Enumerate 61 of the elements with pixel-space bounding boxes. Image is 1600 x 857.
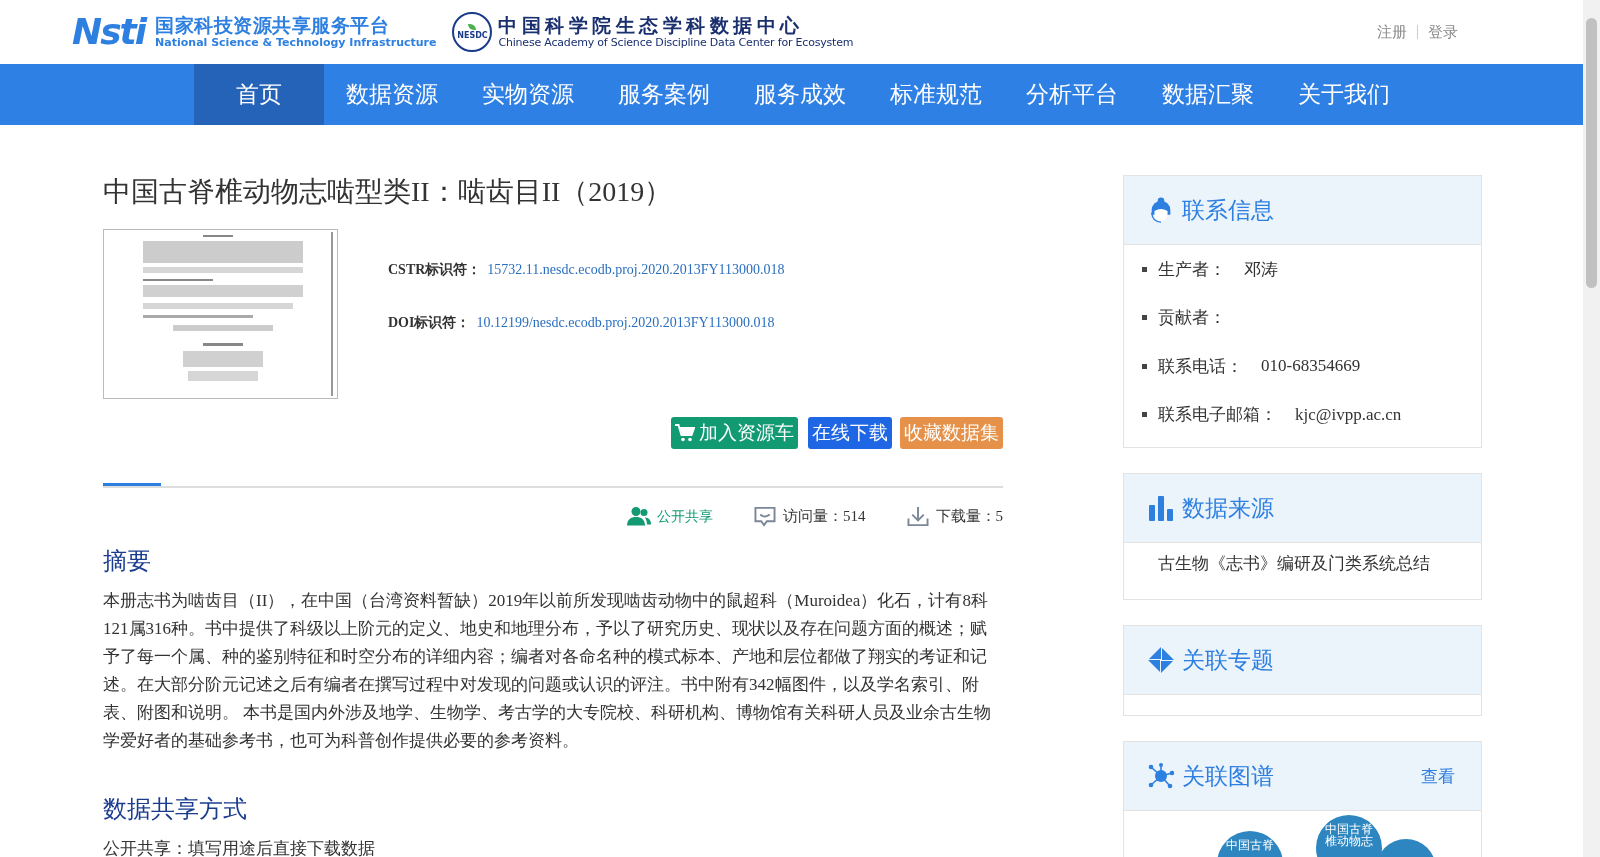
bullet-icon: [1142, 315, 1147, 321]
account-link[interactable]: 登录: [1428, 22, 1458, 42]
nav-tab[interactable]: 数据汇聚: [1140, 64, 1276, 125]
contact-label: 联系电子邮箱：: [1158, 404, 1277, 427]
data-source-text: 古生物《志书》编研及门类系统总结: [1158, 554, 1430, 573]
identifier-label: CSTR标识符：: [388, 261, 482, 279]
account-link[interactable]: 注册: [1377, 22, 1407, 42]
bullet-icon: [1142, 412, 1147, 418]
identifier-link[interactable]: 15732.11.nesdc.ecodb.proj.2020.2013FY113000.018: [487, 262, 785, 278]
network-icon: [1148, 762, 1174, 790]
nav-tab[interactable]: 标准规范: [868, 64, 1004, 125]
favorite-button[interactable]: 收藏数据集: [900, 417, 1003, 449]
contact-value: kjc@ivpp.ac.cn: [1295, 404, 1402, 425]
contact-label: 联系电话：: [1158, 355, 1243, 378]
panel-title: 数据来源: [1182, 493, 1275, 523]
center-name: 中国科学院生态学科数据中心: [498, 14, 805, 37]
platform-name: 国家科技资源共享服务平台: [155, 14, 391, 37]
cart-icon: [675, 424, 695, 442]
visit-count: 访问量：514: [783, 507, 866, 526]
section-text: 本册志书为啮齿目（II），在中国（台湾资料暂缺）2019年以前所发现啮齿动物中的鼠超科（Muroidea）化石，计有8科121属316种。书中提供了科级以上阶元的定义、地史和地理分布，予以了研究历史、现状以及存在问题方面的概述；赋予了每一个属、种的鉴别特征和时空分布的详细内容；编者对各命名种的模式标本、产地和层位都做了翔实的考证和记述。在大部分阶元记述之后有编者在撰写过程中对发现的问题或认识的评注。书中附有342幅图件，以及学名索引、附表、附图和说明。 本书是国内外涉及地学、生物学、考古学的大专院校、科研机构、博物馆有关科研人员及业余古生物学爱好者的基础参考书，也可为科普创作提供必要的参考资料。: [103, 590, 993, 752]
contact-label: 生产者：: [1158, 258, 1226, 281]
scrollbar-thumb[interactable]: [1586, 18, 1597, 288]
platform-logo[interactable]: Nsti: [72, 14, 146, 50]
identifier-link[interactable]: 10.12199/nesdc.ecodb.proj.2020.2013FY113000.018: [476, 315, 775, 331]
download-icon: [905, 506, 930, 527]
panel-title: 联系信息: [1182, 195, 1275, 225]
center-badge-logo: NESDC: [452, 12, 493, 52]
nav-tab[interactable]: 关于我们: [1276, 64, 1412, 125]
contact-label: 贡献者：: [1158, 307, 1226, 330]
section-heading: 摘要: [103, 546, 152, 577]
nav-tab[interactable]: 数据资源: [324, 64, 460, 125]
nav-tab[interactable]: 首页: [194, 64, 324, 125]
panel-title: 关联图谱: [1182, 761, 1275, 791]
section-heading: 数据共享方式: [103, 794, 248, 825]
pinwheel-icon: [1148, 646, 1174, 674]
identifier-label: DOI标识符：: [388, 314, 471, 332]
download-count: 下载量：5: [935, 507, 1003, 526]
comment-icon: [753, 506, 777, 527]
nav-tab[interactable]: 服务成效: [732, 64, 868, 125]
people-icon: [627, 506, 651, 527]
add-to-cart-button[interactable]: 加入资源车: [671, 417, 798, 449]
graph-node[interactable]: 中国古脊: [1217, 831, 1283, 857]
bullet-icon: [1142, 266, 1147, 272]
scrollbar[interactable]: [1583, 0, 1600, 857]
platform-name-english: National Science & Technology Infrastructure: [155, 36, 437, 50]
bullet-icon: [1142, 363, 1147, 369]
contact-value: 010-68354669: [1261, 356, 1361, 377]
contact-value: 邓涛: [1244, 258, 1278, 281]
tab-indicator: [103, 483, 161, 486]
view-link[interactable]: 查看: [1421, 764, 1455, 788]
download-button[interactable]: 在线下载: [808, 417, 892, 449]
center-name-english: Chinese Academy of Science Discipline Data Center for Ecosystem: [498, 36, 854, 50]
graph-node[interactable]: 中国古脊椎动物志: [1316, 815, 1382, 857]
section-text: 公开共享：填写用途后直接下载数据: [103, 838, 376, 857]
nav-tab[interactable]: 实物资源: [460, 64, 596, 125]
sharing-status: 公开共享: [657, 507, 713, 526]
dataset-title: 中国古脊椎动物志啮型类II：啮齿目II（2019）: [103, 175, 674, 209]
bar-chart-icon: [1148, 494, 1174, 522]
panel-title: 关联专题: [1182, 645, 1275, 675]
nav-tab[interactable]: 分析平台: [1004, 64, 1140, 125]
nav-tab[interactable]: 服务案例: [596, 64, 732, 125]
